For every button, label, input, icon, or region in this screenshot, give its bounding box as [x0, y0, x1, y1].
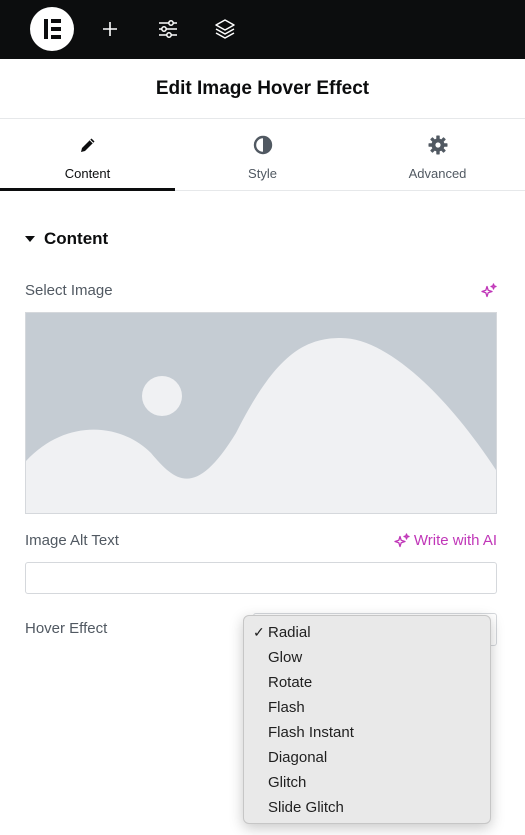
dropdown-option-radial[interactable]: ✓ Radial	[244, 620, 490, 645]
option-label: Diagonal	[268, 749, 328, 766]
caret-down-icon	[25, 236, 35, 242]
section-title: Content	[44, 229, 109, 248]
tab-content[interactable]: Content	[0, 119, 175, 191]
tab-advanced[interactable]: Advanced	[350, 119, 525, 190]
sparkle-icon[interactable]	[481, 283, 497, 304]
image-placeholder-icon	[26, 313, 496, 513]
option-label: Glow	[268, 649, 303, 666]
sparkle-icon	[394, 532, 410, 547]
alt-text-label: Image Alt Text	[25, 532, 119, 549]
checkmark-icon: ✓	[253, 624, 265, 640]
content-section-toggle[interactable]: Content	[25, 229, 108, 249]
panel-title: Edit Image Hover Effect	[155, 77, 370, 99]
option-label: Glitch	[268, 774, 307, 791]
layers-icon	[215, 19, 235, 39]
dropdown-option-glitch[interactable]: Glitch	[244, 770, 490, 795]
site-settings-button[interactable]	[153, 14, 183, 44]
pencil-icon	[78, 135, 98, 155]
gear-icon	[428, 135, 448, 155]
option-label: Flash	[268, 699, 305, 716]
top-toolbar	[0, 0, 525, 59]
tab-content-label: Content	[64, 166, 111, 181]
dropdown-option-rotate[interactable]: Rotate	[244, 670, 490, 695]
option-label: Flash Instant	[268, 724, 354, 741]
option-label: Rotate	[268, 674, 313, 691]
elementor-logo-icon[interactable]	[30, 7, 74, 51]
hover-effect-dropdown: ✓ Radial Glow Rotate Flash Flash Instant …	[243, 615, 491, 824]
plus-icon	[103, 22, 117, 36]
option-label: Slide Glitch	[268, 799, 344, 816]
dropdown-option-glow[interactable]: Glow	[244, 645, 490, 670]
half-circle-icon	[253, 135, 273, 155]
structure-button[interactable]	[210, 14, 240, 44]
dropdown-option-diagonal[interactable]: Diagonal	[244, 745, 490, 770]
tab-style[interactable]: Style	[175, 119, 350, 190]
sliders-icon	[159, 20, 177, 38]
add-element-button[interactable]	[95, 14, 125, 44]
hover-effect-label: Hover Effect	[25, 620, 108, 637]
option-label: Radial	[268, 624, 311, 641]
panel-tabs: Content Style Advanced	[0, 119, 525, 191]
dropdown-option-flash[interactable]: Flash	[244, 695, 490, 720]
dropdown-option-flash-instant[interactable]: Flash Instant	[244, 720, 490, 745]
alt-text-input[interactable]	[25, 562, 497, 594]
tab-advanced-label: Advanced	[408, 166, 467, 181]
image-picker[interactable]	[25, 312, 497, 514]
tab-style-label: Style	[248, 166, 277, 181]
select-image-label: Select Image	[25, 282, 113, 299]
write-with-ai-label: Write with AI	[413, 532, 497, 549]
panel-header: Edit Image Hover Effect	[0, 59, 525, 119]
write-with-ai-button[interactable]: Write with AI	[394, 532, 497, 549]
dropdown-option-slide-glitch[interactable]: Slide Glitch	[244, 795, 490, 820]
